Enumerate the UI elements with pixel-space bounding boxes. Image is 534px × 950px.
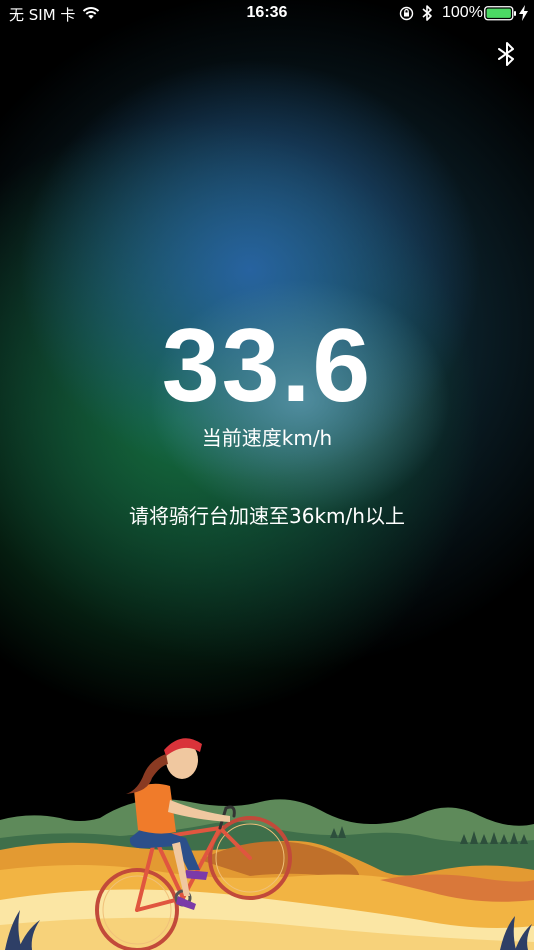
battery-icon — [484, 6, 516, 21]
status-bar: 无 SIM 卡 16:36 100% — [0, 0, 534, 28]
current-speed-label: 当前速度km/h — [201, 426, 333, 450]
screen: 无 SIM 卡 16:36 100% 33.6 当前速度km/h 请将骑行台加速… — [0, 0, 534, 950]
current-speed-value: 33.6 — [161, 308, 373, 424]
bluetooth-icon — [422, 5, 432, 21]
battery-percentage: 100% — [442, 4, 483, 21]
orientation-lock-icon — [399, 6, 414, 21]
speed-instruction: 请将骑行台加速至36km/h以上 — [129, 504, 405, 528]
cyclist-landscape-illustration — [0, 738, 534, 950]
bluetooth-button[interactable] — [494, 41, 520, 67]
bluetooth-icon — [498, 42, 514, 66]
charging-icon — [519, 5, 528, 21]
